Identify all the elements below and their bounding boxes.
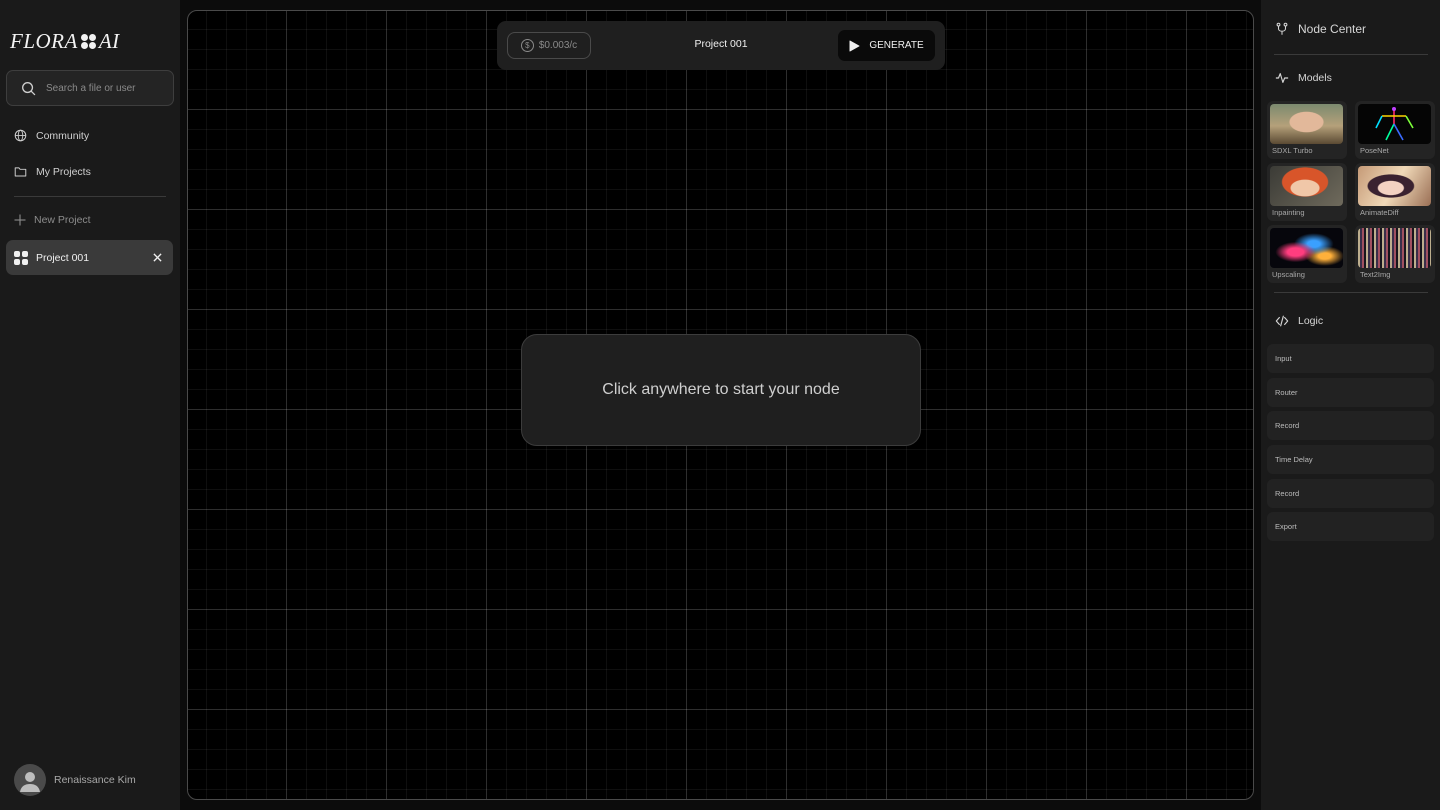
node-center-header: Node Center [1275, 22, 1366, 36]
model-card-text2img[interactable]: Text2Img [1355, 225, 1435, 283]
flower-logo-icon [80, 33, 96, 49]
search-input[interactable] [46, 82, 161, 94]
logic-item-input[interactable]: Input [1267, 344, 1434, 373]
nav-my-projects-label: My Projects [36, 165, 91, 178]
new-project-label: New Project [34, 214, 91, 226]
model-card-sdxl-turbo[interactable]: SDXL Turbo [1267, 101, 1347, 159]
logic-item-label: Input [1275, 354, 1292, 363]
project-item-label: Project 001 [36, 251, 90, 264]
logic-item-record-2[interactable]: Record [1267, 479, 1434, 508]
pulse-icon [1275, 73, 1289, 83]
model-card-inpainting[interactable]: Inpainting [1267, 163, 1347, 221]
right-divider-mid [1274, 292, 1428, 293]
logic-item-label: Router [1275, 388, 1298, 397]
model-label: Inpainting [1272, 208, 1305, 217]
logic-item-label: Record [1275, 489, 1300, 498]
model-label: SDXL Turbo [1272, 146, 1313, 155]
nav-community-label: Community [36, 129, 90, 142]
model-label: Upscaling [1272, 270, 1305, 279]
logic-item-label: Time Delay [1275, 455, 1313, 464]
coin-icon: $ [520, 39, 534, 52]
posenet-thumbnail [1358, 104, 1431, 144]
avatar [14, 764, 46, 796]
code-icon [1275, 315, 1289, 327]
app-logo[interactable]: FLORA AI [10, 29, 120, 53]
canvas-toolbar: $ $0.003/c Project 001 GENERATE [497, 21, 945, 70]
sidebar-divider [14, 196, 166, 197]
user-profile[interactable]: Renaissance Kim [14, 764, 136, 796]
close-icon[interactable] [150, 250, 164, 264]
model-label: AnimateDiff [1360, 208, 1399, 217]
nav-my-projects[interactable]: My Projects [14, 165, 91, 178]
hint-text: Click anywhere to start your node [602, 381, 840, 398]
model-card-upscaling[interactable]: Upscaling [1267, 225, 1347, 283]
price-badge: $ $0.003/c [507, 32, 591, 59]
model-label: Text2Img [1360, 270, 1391, 279]
left-sidebar: FLORA AI Community My Projects New Proje… [0, 0, 180, 810]
right-sidebar: Node Center Models SDXL Turbo PoseNet In… [1261, 0, 1440, 810]
plus-icon [14, 214, 26, 226]
text2img-thumbnail [1358, 228, 1431, 268]
model-label: PoseNet [1360, 146, 1389, 155]
user-icon [20, 772, 40, 792]
upscaling-thumbnail [1270, 228, 1343, 268]
folder-icon [14, 167, 27, 177]
play-icon [849, 40, 860, 51]
price-text: $0.003/c [538, 40, 578, 51]
animatediff-thumbnail [1358, 166, 1431, 206]
project-grid-icon [14, 250, 28, 265]
search-icon [22, 81, 36, 95]
generate-button[interactable]: GENERATE [838, 30, 935, 61]
globe-icon [14, 129, 27, 142]
nav-community[interactable]: Community [14, 129, 89, 142]
logic-item-time-delay[interactable]: Time Delay [1267, 445, 1434, 474]
project-item-active[interactable]: Project 001 [6, 240, 173, 275]
inpainting-thumbnail [1270, 166, 1343, 206]
right-divider-top [1274, 54, 1428, 55]
model-card-animatediff[interactable]: AnimateDiff [1355, 163, 1435, 221]
search-box[interactable] [6, 70, 174, 106]
models-header: Models [1275, 71, 1332, 85]
node-center-title: Node Center [1298, 22, 1367, 36]
logic-header: Logic [1275, 314, 1323, 328]
logic-title: Logic [1298, 315, 1324, 327]
user-name: Renaissance Kim [54, 774, 136, 786]
new-project-button[interactable]: New Project [14, 214, 91, 226]
sdxl-turbo-thumbnail [1270, 104, 1343, 144]
generate-label: GENERATE [869, 40, 924, 51]
logo-text-left: FLORA [10, 28, 78, 53]
logic-item-label: Record [1275, 421, 1300, 430]
node-branch-icon [1276, 22, 1288, 35]
logic-item-label: Export [1275, 522, 1297, 531]
logic-item-export[interactable]: Export [1267, 512, 1434, 541]
start-node-hint[interactable]: Click anywhere to start your node [521, 334, 921, 446]
logic-item-record[interactable]: Record [1267, 411, 1434, 440]
model-card-posenet[interactable]: PoseNet [1355, 101, 1435, 159]
logic-item-router[interactable]: Router [1267, 378, 1434, 407]
logo-text-right: AI [98, 28, 120, 53]
node-canvas[interactable]: $ $0.003/c Project 001 GENERATE Click an… [187, 10, 1254, 800]
models-title: Models [1298, 72, 1332, 84]
